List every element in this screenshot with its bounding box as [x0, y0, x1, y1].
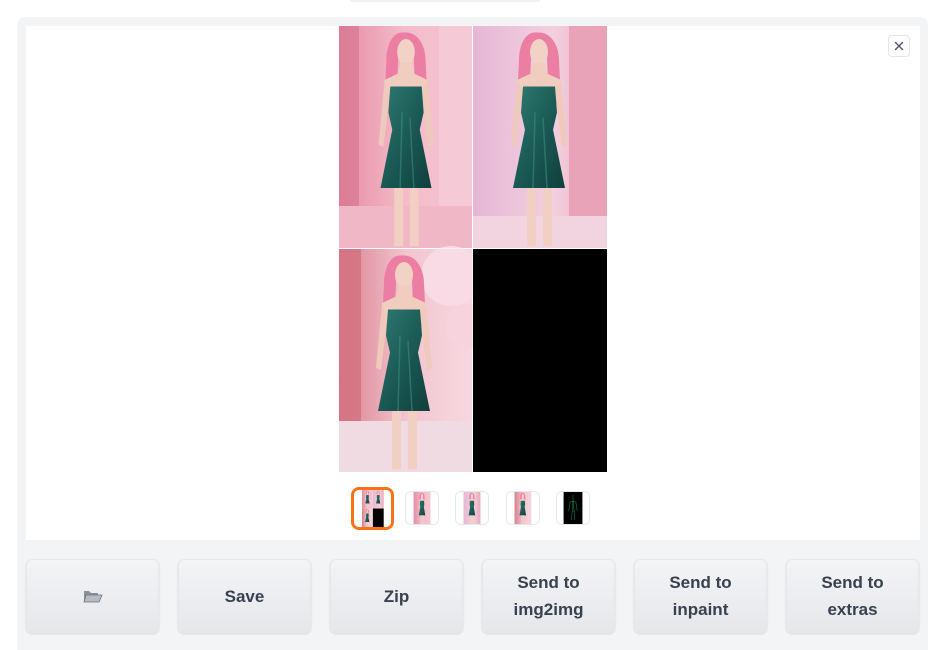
grid-panel-photo-3: [339, 246, 489, 472]
top-tab-strip: [350, 0, 540, 2]
send-to-img2img-label: Send to img2img: [513, 573, 584, 619]
send-to-img2img-button[interactable]: Send to img2img: [482, 559, 615, 633]
thumbnail-photo-2[interactable]: [455, 491, 489, 525]
thumbnail-pose-map[interactable]: [556, 491, 590, 525]
close-gallery-button[interactable]: [888, 35, 910, 57]
send-to-extras-label: Send to extras: [821, 573, 884, 619]
grid-panel-pose-map: [473, 249, 607, 472]
open-folder-button[interactable]: [26, 559, 159, 633]
gallery-main-image[interactable]: [339, 26, 607, 472]
thumbnail-photo-1[interactable]: [405, 491, 439, 525]
close-icon: [894, 41, 904, 51]
zip-button[interactable]: Zip: [330, 559, 463, 633]
send-to-extras-button[interactable]: Send to extras: [786, 559, 919, 633]
zip-button-label: Zip: [383, 586, 410, 606]
grid-panel-photo-1: [339, 26, 472, 248]
send-to-inpaint-label: Send to inpaint: [669, 573, 732, 619]
save-button[interactable]: Save: [178, 559, 311, 633]
thumbnail-photo-3[interactable]: [506, 491, 540, 525]
save-button-label: Save: [224, 586, 265, 606]
open-folder-icon: [82, 591, 103, 603]
send-to-inpaint-button[interactable]: Send to inpaint: [634, 559, 767, 633]
thumbnail-grid[interactable]: [351, 487, 394, 530]
grid-panel-photo-2: [473, 26, 607, 248]
